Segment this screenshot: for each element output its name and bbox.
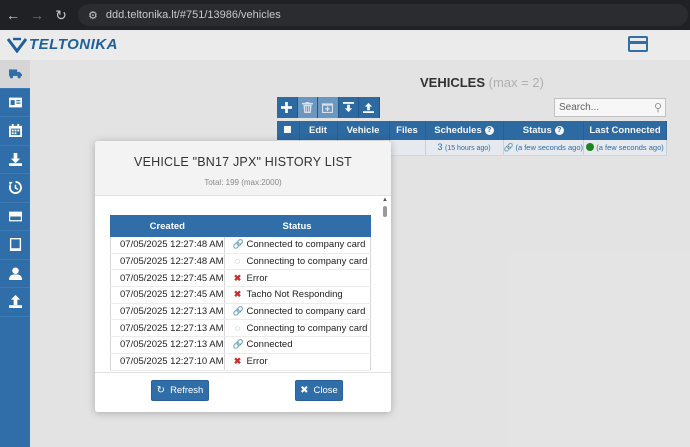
site-settings-icon[interactable]: ⚙ [88, 9, 98, 22]
upload-icon [8, 295, 22, 309]
created-header[interactable]: Created [110, 215, 225, 237]
table-row[interactable]: 07/05/2025 12:27:45 AM ✖ Tacho Not Respond… [110, 286, 371, 304]
close-label: Close [313, 385, 338, 396]
scroll-up-icon[interactable]: ▲ [382, 197, 388, 203]
table-row[interactable]: 07/05/2025 12:27:10 AM ✖ Error [110, 353, 371, 371]
sidebar [0, 60, 30, 447]
teltonika-logo-mark-icon [6, 37, 28, 53]
refresh-label: Refresh [170, 385, 204, 396]
modal-header: VEHICLE "BN17 JPX" HISTORY LIST Total: 1… [95, 141, 391, 196]
sidebar-item-downloads[interactable] [0, 146, 30, 174]
reload-icon[interactable]: ↻ [50, 4, 72, 26]
user-icon [8, 267, 22, 280]
sidebar-item-calendar[interactable] [0, 117, 30, 146]
forward-icon[interactable]: → [26, 4, 48, 26]
sidebar-item-drivers[interactable] [0, 89, 30, 117]
history-created-cell: 07/05/2025 12:27:45 AM [110, 269, 225, 288]
url-text[interactable]: ddd.teltonika.lt/#751/13986/vehicles [106, 9, 281, 21]
refresh-icon: ↻ [156, 385, 166, 396]
error-icon: ✖ [233, 356, 242, 367]
history-status-text: Connecting to company card ... [246, 322, 371, 334]
history-status-cell: ◌ Connecting to company card ... [224, 253, 371, 271]
history-scrollbar[interactable]: ▲ [382, 197, 388, 373]
modal-subtitle: Total: 199 (max:2000) [204, 178, 282, 187]
history-status-text: Tacho Not Responding [246, 289, 343, 301]
spinner-icon: ◌ [234, 256, 241, 267]
calendar-icon [8, 124, 22, 138]
sidebar-item-upload[interactable] [0, 288, 30, 317]
history-status-cell: ✖ Tacho Not Responding [224, 286, 371, 304]
history-status-cell: 🔗 Connected [224, 336, 371, 354]
table-row[interactable]: 07/05/2025 12:27:13 AM 🔗 Connected [110, 336, 371, 354]
close-icon: ✖ [300, 385, 309, 396]
table-row[interactable]: 07/05/2025 12:27:45 AM ✖ Error [110, 269, 371, 288]
modal-title: VEHICLE "BN17 JPX" HISTORY LIST [134, 155, 352, 169]
modal-body: ▲ Created Status 07/05/2025 12:27:48 AM 🔗… [95, 197, 391, 373]
error-icon: ✖ [233, 289, 242, 300]
id-card-icon [8, 97, 22, 108]
history-created-cell: 07/05/2025 12:27:10 AM [110, 353, 225, 371]
link-icon: 🔗 [232, 239, 244, 250]
sidebar-item-company-cards[interactable] [0, 203, 30, 231]
history-created-cell: 07/05/2025 12:27:48 AM [110, 236, 225, 254]
history-status-cell: 🔗 Connected to company card [224, 303, 371, 321]
back-icon[interactable]: ← [2, 4, 24, 26]
sidebar-item-history[interactable] [0, 174, 30, 203]
browser-toolbar: ← → ↻ ⚙ ddd.teltonika.lt/#751/13986/vehi… [0, 0, 690, 30]
table-row[interactable]: 07/05/2025 12:27:48 AM ◌ Connecting to com… [110, 253, 371, 271]
link-icon: 🔗 [232, 339, 244, 350]
sidebar-item-devices[interactable] [0, 231, 30, 260]
teltonika-logo[interactable]: TELTONIKA [6, 36, 118, 53]
history-status-text: Connected to company card [246, 239, 366, 251]
spinner-icon: ◌ [234, 322, 241, 333]
app-header: TELTONIKA [0, 30, 690, 60]
company-card-icon[interactable] [628, 36, 648, 52]
history-icon [8, 181, 22, 195]
history-created-cell: 07/05/2025 12:27:13 AM [110, 303, 225, 321]
logo-text: TELTONIKA [29, 36, 118, 53]
history-created-cell: 07/05/2025 12:27:13 AM [110, 336, 225, 354]
tablet-icon [9, 238, 21, 252]
history-created-cell: 07/05/2025 12:27:13 AM [110, 319, 225, 338]
history-status-text: Connected [246, 339, 293, 351]
history-created-cell: 07/05/2025 12:27:45 AM [110, 286, 225, 304]
download-icon [8, 152, 22, 166]
history-status-cell: 🔗 Connected to company card [224, 236, 371, 254]
history-created-cell: 07/05/2025 12:27:48 AM [110, 253, 225, 271]
sidebar-item-users[interactable] [0, 260, 30, 288]
modal-footer: ↻ Refresh ✖ Close [95, 372, 391, 412]
history-table: Created Status 07/05/2025 12:27:48 AM 🔗 Co… [110, 215, 371, 371]
history-status-cell: ✖ Error [224, 269, 371, 288]
error-icon: ✖ [233, 272, 242, 283]
credit-card-icon [8, 211, 22, 222]
history-status-text: Error [246, 272, 268, 284]
scroll-thumb[interactable] [383, 206, 387, 217]
history-status-text: Connecting to company card ... [246, 256, 371, 268]
history-status-text: Error [246, 356, 268, 368]
table-row[interactable]: 07/05/2025 12:27:13 AM ◌ Connecting to com… [110, 319, 371, 338]
history-status-cell: ◌ Connecting to company card ... [224, 319, 371, 338]
history-status-cell: ✖ Error [224, 353, 371, 371]
truck-icon [8, 69, 22, 79]
link-icon: 🔗 [232, 306, 244, 317]
sidebar-item-vehicles[interactable] [0, 60, 30, 89]
table-row[interactable]: 07/05/2025 12:27:48 AM 🔗 Connected to comp… [110, 236, 371, 254]
refresh-button[interactable]: ↻ Refresh [151, 380, 209, 401]
history-modal: VEHICLE "BN17 JPX" HISTORY LIST Total: 1… [95, 141, 391, 412]
status-header[interactable]: Status [223, 215, 371, 237]
address-bar[interactable]: ⚙ ddd.teltonika.lt/#751/13986/vehicles [78, 4, 688, 26]
close-button[interactable]: ✖ Close [295, 380, 343, 401]
history-status-text: Connected to company card [246, 306, 366, 318]
table-row[interactable]: 07/05/2025 12:27:13 AM 🔗 Connected to comp… [110, 303, 371, 321]
